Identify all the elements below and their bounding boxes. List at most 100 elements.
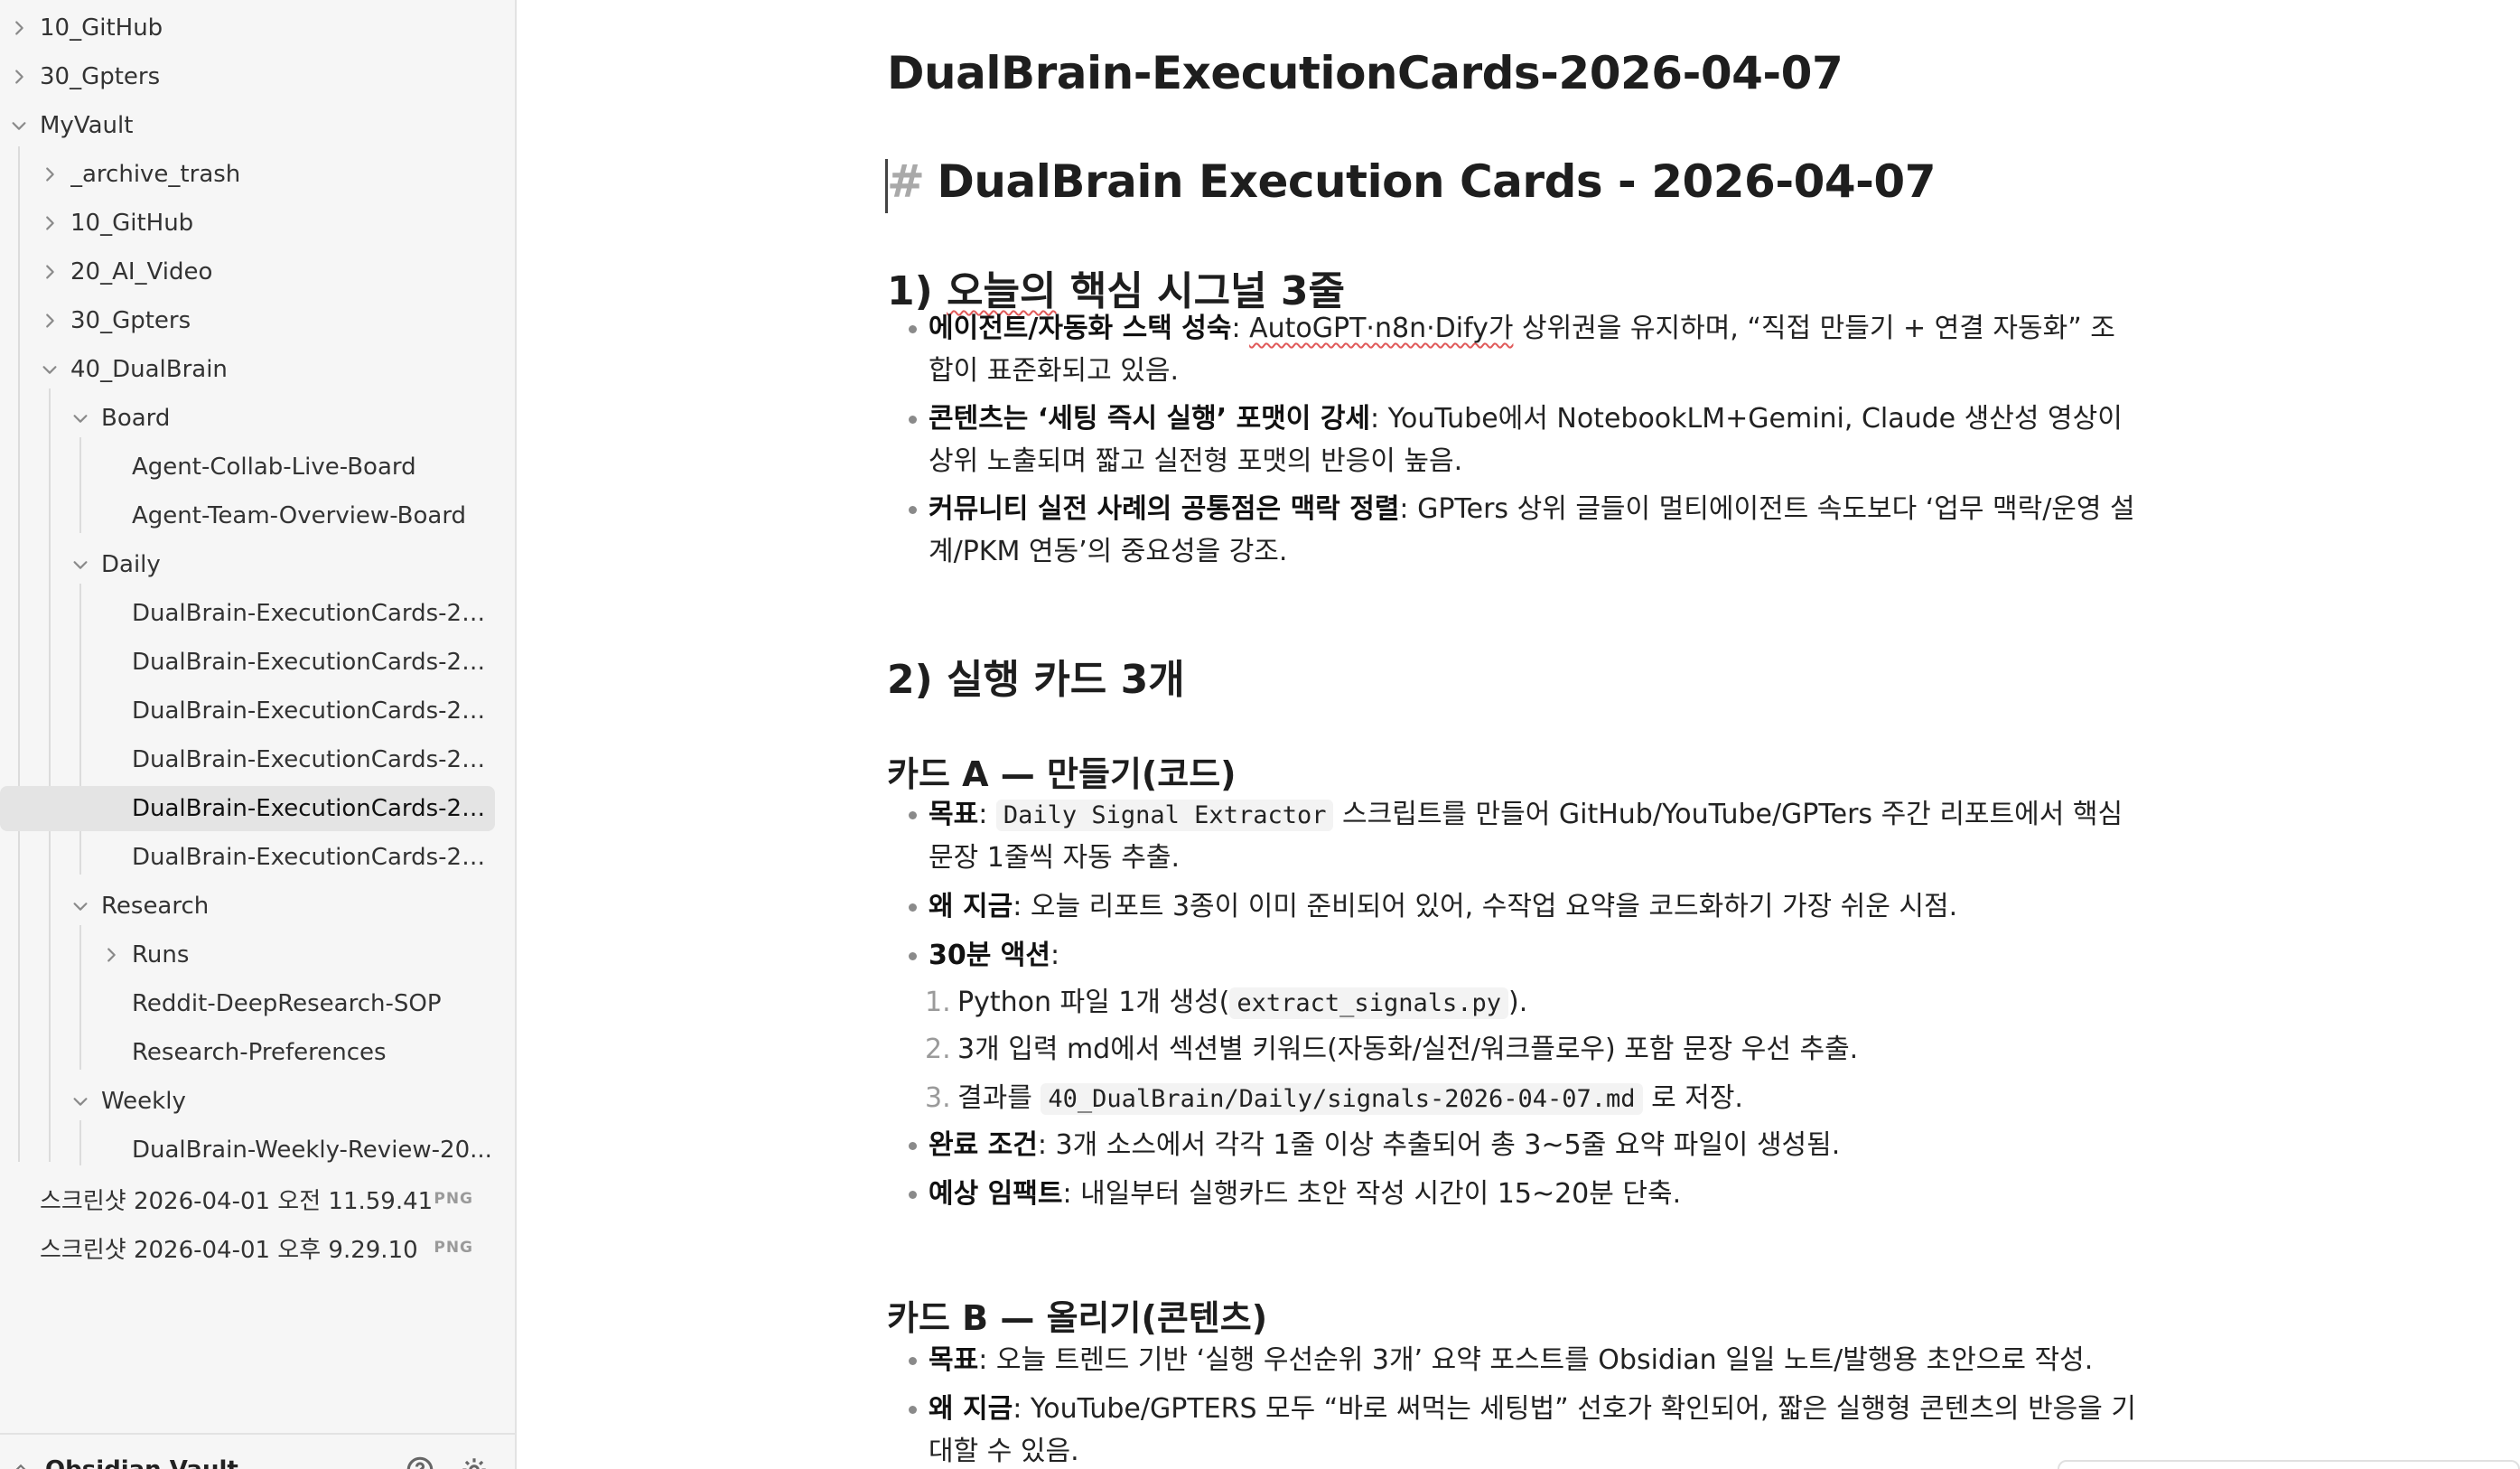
- tree-item-label: 30_Gpters: [40, 63, 161, 90]
- heading-cards[interactable]: 2) 실행 카드 3개: [887, 647, 1185, 705]
- chevron-down-icon: [69, 1090, 92, 1113]
- file-row[interactable]: Agent-Team-Overview-Board: [0, 493, 495, 538]
- inline-code: 40_DualBrain/Daily/signals-2026-04-07.md: [1041, 1083, 1643, 1115]
- tree-item-label: DualBrain-ExecutionCards-20...: [132, 795, 495, 822]
- tree-item-label: Weekly: [101, 1088, 186, 1115]
- vault-name: Obsidian Vault: [45, 1456, 238, 1469]
- item-bold: 30분 액션: [929, 940, 1050, 971]
- folder-row[interactable]: 20_AI_Video: [0, 249, 495, 295]
- tree-item-label: Agent-Team-Overview-Board: [132, 502, 467, 529]
- heading-1[interactable]: # DualBrain Execution Cards - 2026-04-07: [887, 155, 1937, 208]
- heading-card-b[interactable]: 카드 B — 올리기(콘텐츠): [887, 1290, 1267, 1340]
- item-bold: 커뮤니티 실전 사례의 공통점은 맥락 정렬: [929, 493, 1400, 525]
- file-row-image[interactable]: 스크린샷 2026-04-01 오전 11.59.41 PNG: [0, 1176, 495, 1221]
- heading-1-text: DualBrain Execution Cards - 2026-04-07: [937, 155, 1937, 208]
- item-bold: 목표: [929, 1344, 979, 1376]
- chevron-right-icon: [38, 211, 61, 235]
- chevron-down-icon: [7, 114, 31, 137]
- chevron-right-icon: [7, 65, 31, 89]
- item-sep: :: [1231, 313, 1250, 344]
- chevron-right-icon: [38, 309, 61, 332]
- list-item[interactable]: 목표: Daily Signal Extractor 스크립트를 만들어 Git…: [909, 793, 2139, 879]
- file-row[interactable]: DualBrain-ExecutionCards-20...: [0, 688, 495, 734]
- file-row[interactable]: Research-Preferences: [0, 1030, 495, 1075]
- list-item[interactable]: 콘텐츠는 ‘세팅 즉시 실행’ 포맷이 강세: YouTube에서 Notebo…: [909, 398, 2139, 482]
- tree-item-label: _archive_trash: [70, 161, 241, 188]
- tree-item-label: DualBrain-ExecutionCards-20...: [132, 649, 495, 676]
- list-item[interactable]: 30분 액션:: [909, 934, 2139, 977]
- list-item[interactable]: 완료 조건: 3개 소스에서 각각 1줄 이상 추출되어 총 3~5줄 요약 파…: [909, 1124, 2139, 1166]
- chevron-down-icon: [69, 407, 92, 430]
- tree-item-label: Research-Preferences: [132, 1039, 387, 1066]
- file-row[interactable]: DualBrain-ExecutionCards-20...: [0, 737, 495, 782]
- file-row[interactable]: DualBrain-ExecutionCards-20...: [0, 591, 495, 636]
- list-item[interactable]: 예상 임팩트: 내일부터 실행카드 초안 작성 시간이 15~20분 단축.: [909, 1173, 2139, 1215]
- list-item[interactable]: 에이전트/자동화 스택 성숙: AutoGPT·n8n·Dify가 상위권을 유…: [909, 307, 2139, 392]
- folder-row[interactable]: 30_Gpters: [0, 54, 495, 99]
- chevron-up-icon: [11, 1458, 31, 1469]
- item-text: :: [1050, 940, 1060, 971]
- folder-row[interactable]: Board: [0, 396, 495, 441]
- list-number: 1.: [925, 987, 951, 1018]
- chevron-down-icon: [69, 894, 92, 918]
- inline-code: extract_signals.py: [1229, 987, 1508, 1019]
- step-text: Python 파일 1개 생성(: [957, 987, 1230, 1018]
- list-item[interactable]: 왜 지금: 오늘 리포트 3종이 이미 준비되어 있어, 수작업 요약을 코드화…: [909, 885, 2139, 928]
- gear-icon[interactable]: [459, 1455, 490, 1469]
- help-icon[interactable]: [405, 1455, 435, 1469]
- tree-item-label: Board: [101, 405, 171, 432]
- file-type-badge: PNG: [434, 1190, 473, 1208]
- step-text: 로 저장.: [1642, 1082, 1743, 1114]
- folder-row[interactable]: 10_GitHub: [0, 5, 495, 51]
- chevron-right-icon: [38, 163, 61, 186]
- list-number: 2.: [925, 1034, 951, 1065]
- tree-item-label: 30_Gpters: [70, 307, 191, 334]
- tree-item-label: Reddit-DeepResearch-SOP: [132, 990, 442, 1017]
- folder-row[interactable]: Weekly: [0, 1079, 495, 1124]
- file-row[interactable]: DualBrain-ExecutionCards-20...: [0, 640, 495, 685]
- folder-row[interactable]: 40_DualBrain: [0, 347, 495, 392]
- ordered-list-item[interactable]: 2. 3개 입력 md에서 섹션별 키워드(자동화/실전/워크플로우) 포함 문장…: [925, 1028, 2132, 1071]
- folder-row[interactable]: 10_GitHub: [0, 201, 495, 246]
- tree-item-label: Agent-Collab-Live-Board: [132, 454, 416, 481]
- inline-code: Daily Signal Extractor: [995, 800, 1334, 831]
- folder-row[interactable]: 30_Gpters: [0, 298, 495, 343]
- chevron-down-icon: [69, 553, 92, 576]
- list-item[interactable]: 커뮤니티 실전 사례의 공통점은 맥락 정렬: GPTers 상위 글들이 멀티…: [909, 488, 2139, 573]
- file-explorer-sidebar: 10_GitHub 30_Gpters MyVault _archive_tra…: [0, 0, 517, 1469]
- item-text: : 오늘 트렌드 기반 ‘실행 우선순위 3개’ 요약 포스트를 Obsidia…: [978, 1344, 2094, 1376]
- file-row[interactable]: Reddit-DeepResearch-SOP: [0, 981, 495, 1026]
- item-bold: 에이전트/자동화 스택 성숙: [929, 313, 1232, 344]
- note-editor[interactable]: DualBrain-ExecutionCards-2026-04-07 # Dua…: [518, 0, 2520, 1469]
- step-text: 결과를: [957, 1082, 1041, 1114]
- ordered-list-item[interactable]: 1. Python 파일 1개 생성(extract_signals.py).: [925, 981, 2132, 1025]
- tree-item-label: 스크린샷 2026-04-01 오후 9.29.10: [40, 1236, 418, 1264]
- folder-row[interactable]: _archive_trash: [0, 152, 495, 197]
- item-text: : 3개 소스에서 각각 1줄 이상 추출되어 총 3~5줄 요약 파일이 생성…: [1037, 1129, 1841, 1161]
- note-inline-title[interactable]: DualBrain-ExecutionCards-2026-04-07: [887, 47, 1843, 99]
- tree-item-label: Runs: [132, 941, 190, 968]
- tree-item-label: 20_AI_Video: [70, 258, 213, 285]
- item-bold: 콘텐츠는 ‘세팅 즉시 실행’ 포맷이 강세: [929, 403, 1371, 435]
- file-row-active[interactable]: DualBrain-ExecutionCards-20...: [0, 786, 495, 831]
- tree-item-label: DualBrain-ExecutionCards-20...: [132, 844, 495, 871]
- item-bold: 예상 임팩트: [929, 1178, 1063, 1210]
- list-item[interactable]: 왜 지금: YouTube/GPTERS 모두 “바로 써먹는 세팅법” 선호가…: [909, 1388, 2139, 1469]
- item-bold: 왜 지금: [929, 891, 1013, 922]
- step-text: ).: [1508, 987, 1528, 1018]
- vault-switcher[interactable]: Obsidian Vault: [0, 1433, 515, 1469]
- tree-item-label: DualBrain-Weekly-Review-20...: [132, 1137, 492, 1164]
- folder-row-vault[interactable]: MyVault: [0, 103, 495, 148]
- folder-row[interactable]: Runs: [0, 932, 495, 978]
- file-row[interactable]: DualBrain-ExecutionCards-20...: [0, 835, 495, 880]
- file-row[interactable]: Agent-Collab-Live-Board: [0, 444, 495, 490]
- ordered-list-item[interactable]: 3. 결과를 40_DualBrain/Daily/signals-2026-04…: [925, 1077, 2132, 1120]
- list-item[interactable]: 목표: 오늘 트렌드 기반 ‘실행 우선순위 3개’ 요약 포스트를 Obsid…: [909, 1339, 2139, 1381]
- floating-panel-edge: [2058, 1460, 2520, 1469]
- folder-row[interactable]: Research: [0, 884, 495, 929]
- heading-card-a[interactable]: 카드 A — 만들기(코드): [887, 746, 1237, 796]
- file-row[interactable]: DualBrain-Weekly-Review-20...: [0, 1127, 495, 1173]
- folder-row[interactable]: Daily: [0, 542, 495, 587]
- file-row-image[interactable]: 스크린샷 2026-04-01 오후 9.29.10 PNG: [0, 1225, 495, 1270]
- tree-item-label: DualBrain-ExecutionCards-20...: [132, 746, 495, 773]
